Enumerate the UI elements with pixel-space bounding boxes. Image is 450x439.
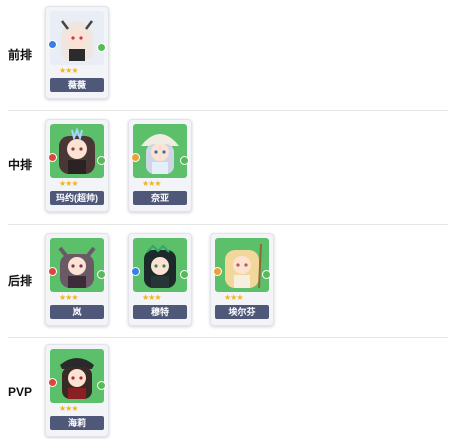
- character-card[interactable]: ★★★ 薇薇: [45, 6, 109, 99]
- character-portrait: [133, 124, 187, 178]
- element-icon: [213, 267, 222, 276]
- row-back: 后排 ★★★ 岚 ★★★ 穆特 ★★★ 埃尔芬: [0, 225, 450, 337]
- element-icon: [48, 40, 57, 49]
- class-icon: [180, 270, 189, 279]
- character-portrait: [50, 238, 104, 292]
- row-label-pvp: PVP: [8, 385, 33, 399]
- character-name: 玛约(超帅): [50, 191, 104, 205]
- element-icon: [48, 153, 57, 162]
- character-portrait: [50, 124, 104, 178]
- character-name: 奈亚: [133, 191, 187, 205]
- character-portrait: [215, 238, 269, 292]
- character-name: 穆特: [133, 305, 187, 319]
- star-icon: ★★★: [59, 66, 78, 75]
- star-icon: ★★★: [142, 179, 161, 188]
- star-icon: ★★★: [224, 293, 243, 302]
- character-card[interactable]: ★★★ 穆特: [128, 233, 192, 326]
- character-card[interactable]: ★★★ 岚: [45, 233, 109, 326]
- class-icon: [262, 270, 271, 279]
- row-label-back: 后排: [8, 274, 33, 288]
- class-icon: [180, 156, 189, 165]
- row-label-middle: 中排: [8, 158, 33, 172]
- character-name: 薇薇: [50, 78, 104, 92]
- row-middle: 中排 ★★★ 玛约(超帅) ★★★ 奈亚: [0, 111, 450, 224]
- element-icon: [131, 153, 140, 162]
- class-icon: [97, 381, 106, 390]
- character-name: 埃尔芬: [215, 305, 269, 319]
- row-pvp: PVP ★★★ 海莉: [0, 338, 450, 439]
- element-icon: [48, 378, 57, 387]
- element-icon: [131, 267, 140, 276]
- class-icon: [97, 270, 106, 279]
- character-portrait: [50, 11, 104, 65]
- character-card[interactable]: ★★★ 埃尔芬: [210, 233, 274, 326]
- star-icon: ★★★: [142, 293, 161, 302]
- character-name: 海莉: [50, 416, 104, 430]
- row-label-front: 前排: [8, 48, 33, 62]
- element-icon: [48, 267, 57, 276]
- character-name: 岚: [50, 305, 104, 319]
- row-front: 前排 ★★★ 薇薇: [0, 0, 450, 110]
- star-icon: ★★★: [59, 179, 78, 188]
- character-card[interactable]: ★★★ 玛约(超帅): [45, 119, 109, 212]
- character-card[interactable]: ★★★ 奈亚: [128, 119, 192, 212]
- character-portrait: [50, 349, 104, 403]
- class-icon: [97, 156, 106, 165]
- character-card[interactable]: ★★★ 海莉: [45, 344, 109, 437]
- class-icon: [97, 43, 106, 52]
- star-icon: ★★★: [59, 293, 78, 302]
- character-portrait: [133, 238, 187, 292]
- star-icon: ★★★: [59, 404, 78, 413]
- team-formation: 前排 ★★★ 薇薇 中排 ★★★ 玛约(超帅) ★★★ 奈亚 后排 ★★★ 岚 …: [0, 0, 450, 439]
